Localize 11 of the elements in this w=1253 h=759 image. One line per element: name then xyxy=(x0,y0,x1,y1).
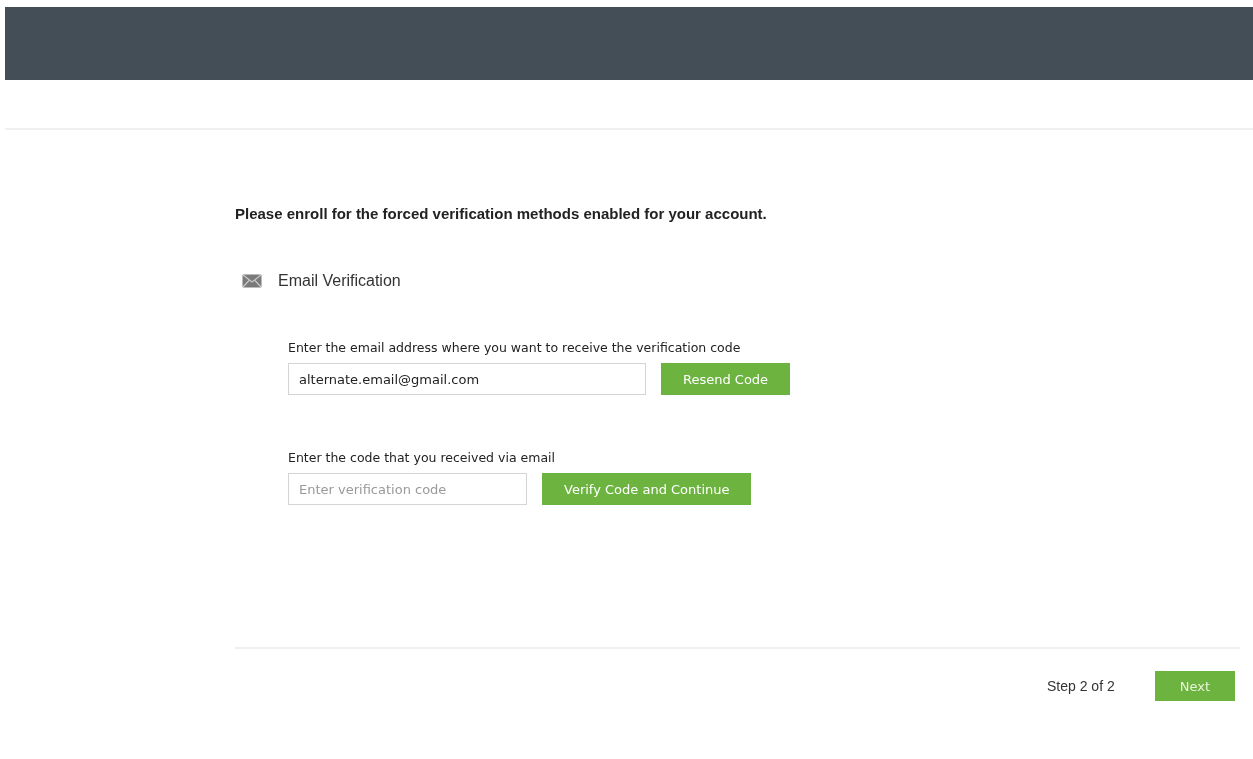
email-field[interactable]: alternate.email@gmail.com xyxy=(288,363,646,395)
field-label: Enter the email address where you want to receive the verification code xyxy=(288,340,742,355)
resend-code-button[interactable]: Resend Code xyxy=(661,363,791,395)
next-button[interactable]: Next xyxy=(1154,671,1235,701)
field-label: Enter the code that you received via email xyxy=(288,450,556,465)
verify-button[interactable]: Verify Code and Continue xyxy=(542,473,752,505)
envelope-icon xyxy=(242,274,262,288)
step-indicator: Step 2 of 2 xyxy=(1047,678,1115,694)
method-title: Email Verification xyxy=(278,272,401,290)
heading: Please enroll for the forced verification methods enabled for your account. xyxy=(235,205,768,222)
code-field[interactable]: Enter verification code xyxy=(288,473,527,505)
